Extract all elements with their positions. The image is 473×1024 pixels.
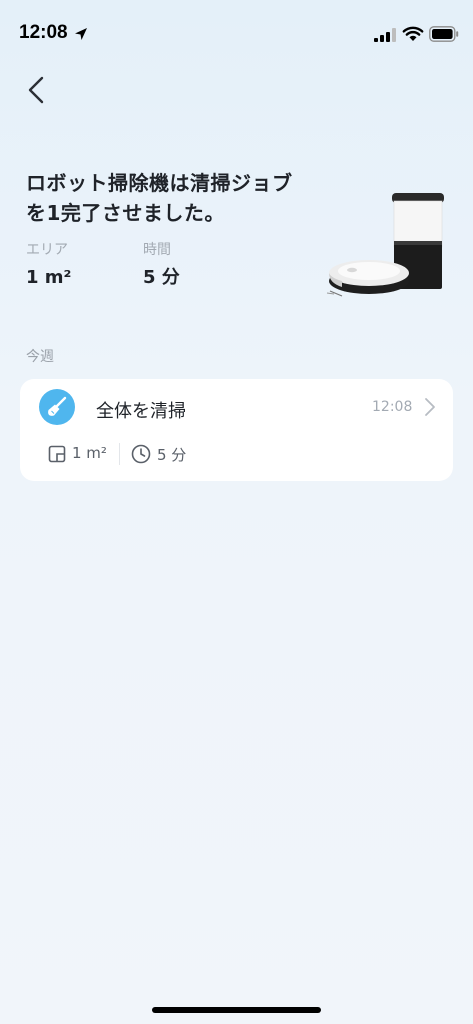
status-time: 12:08 (19, 22, 68, 43)
chevron-right-icon (425, 398, 435, 416)
time-stat: 時間 5 分 (143, 240, 180, 290)
home-indicator[interactable] (152, 1007, 321, 1013)
status-bar: 12:08 (0, 0, 473, 60)
clock-icon (131, 444, 151, 464)
time-label: 時間 (143, 242, 171, 258)
area-stat: エリア 1 m² (26, 240, 71, 290)
time-value: 5 分 (143, 267, 180, 288)
back-button[interactable] (20, 72, 52, 108)
cellular-signal-icon (374, 28, 396, 42)
area-label: エリア (26, 242, 68, 258)
broom-icon (48, 396, 67, 416)
location-arrow-icon (75, 28, 87, 40)
meta-divider (119, 443, 120, 465)
job-time: 12:08 (372, 399, 413, 415)
area-icon (48, 445, 66, 463)
battery-icon (429, 26, 459, 42)
headline-line-2: を1完了させました。 (26, 201, 225, 225)
job-duration-value: 5 分 (157, 446, 187, 464)
job-area-value: 1 m² (72, 444, 107, 462)
job-icon-badge (39, 389, 75, 425)
completion-headline: ロボット掃除機は清掃ジョブ を1完了させました。 (26, 168, 316, 228)
section-this-week: 今週 (26, 349, 54, 365)
area-value: 1 m² (26, 267, 72, 288)
headline-line-1: ロボット掃除機は清掃ジョブ (26, 171, 293, 195)
job-title: 全体を清掃 (96, 401, 186, 422)
wifi-icon (402, 26, 424, 41)
cleaning-job-card[interactable]: 全体を清掃 12:08 1 m² 5 分 (20, 379, 453, 481)
chevron-left-icon (28, 76, 44, 104)
robot-vacuum-illustration (326, 193, 444, 297)
